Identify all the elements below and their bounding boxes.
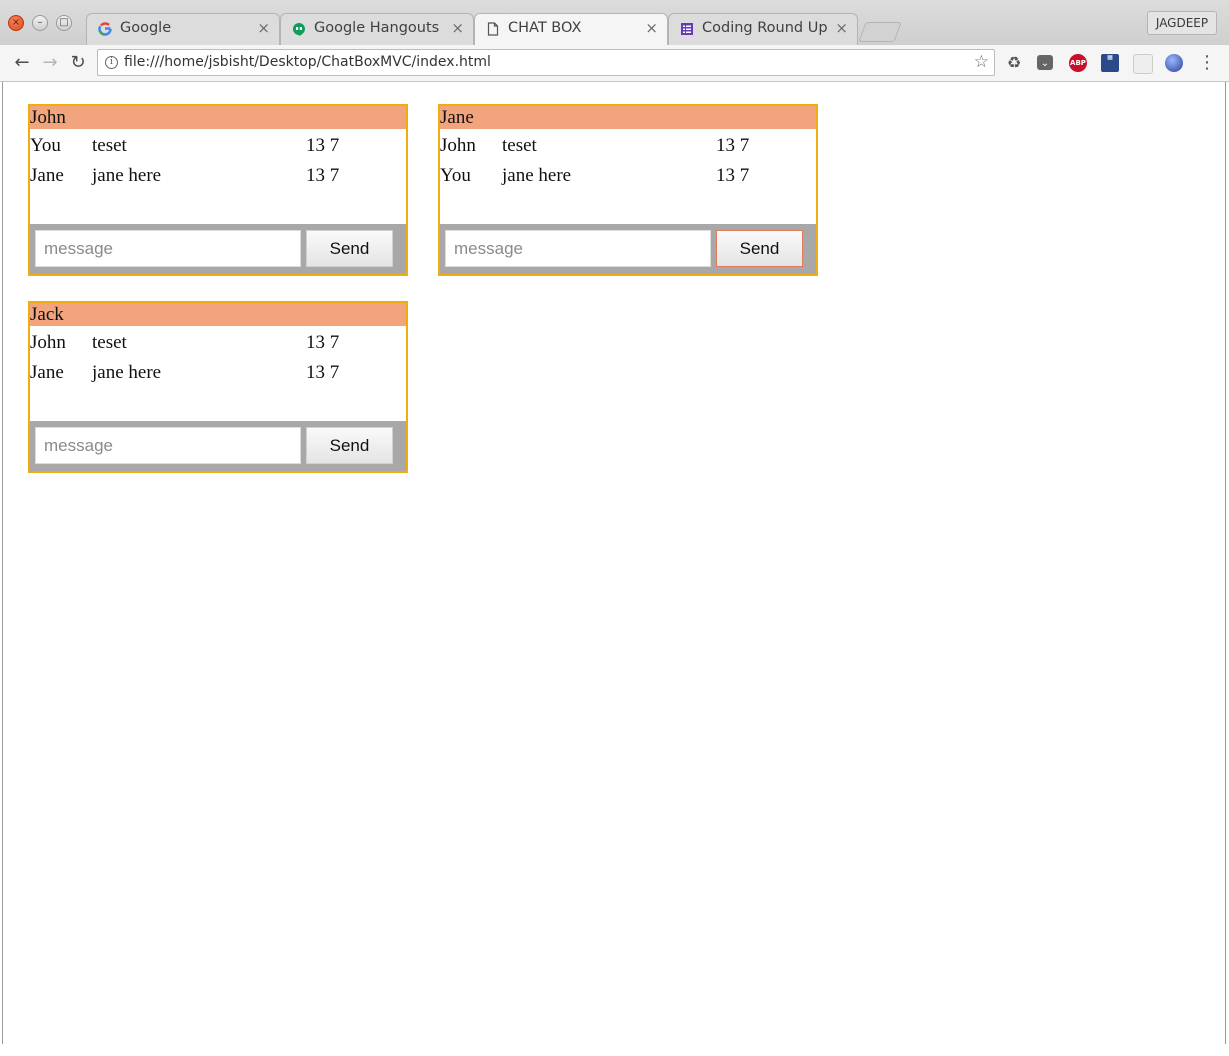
message-text: teset — [92, 135, 127, 156]
bookmark-star-icon[interactable]: ☆ — [974, 52, 989, 72]
chat-box-title: Jane — [440, 106, 816, 129]
chat-box-title: Jack — [30, 303, 406, 326]
tab-label: Google — [120, 20, 172, 36]
message-sender: You — [30, 135, 61, 156]
window-maximize-button[interactable]: □ — [56, 15, 72, 31]
chat-box-jane: Jane John teset 13 7 You jane here 13 7 … — [438, 104, 818, 276]
back-arrow-icon[interactable]: ← — [10, 51, 34, 75]
new-tab-button[interactable] — [858, 22, 902, 42]
tab-close-icon[interactable]: × — [451, 19, 464, 37]
message-text: jane here — [92, 362, 162, 383]
address-url: file:///home/jsbisht/Desktop/ChatBoxMVC/… — [124, 54, 491, 70]
chat-box-footer: Send — [30, 421, 406, 471]
message-list: You teset 13 7 Jane jane here 13 7 — [30, 133, 406, 193]
tab-label: Coding Round Uplo — [702, 20, 828, 36]
hangouts-icon — [293, 23, 305, 36]
inactive-extension-icon[interactable] — [1133, 54, 1153, 74]
info-icon[interactable]: i — [105, 56, 118, 69]
tab-close-icon[interactable]: × — [645, 19, 658, 37]
forward-arrow-icon[interactable]: → — [38, 51, 62, 75]
message-sender: John — [440, 135, 476, 156]
send-button[interactable]: Send — [306, 427, 393, 464]
tab-close-icon[interactable]: × — [257, 19, 270, 37]
message-sender: John — [30, 332, 66, 353]
tab-label: Google Hangouts — [314, 20, 440, 36]
chat-box-footer: Send — [30, 224, 406, 274]
message-sender: Jane — [30, 165, 64, 186]
browser-toolbar: ← → ↻ i file:///home/jsbisht/Desktop/Cha… — [0, 45, 1229, 82]
message-sender: You — [440, 165, 471, 186]
pocket-extension-icon[interactable]: ⌄ — [1037, 55, 1053, 70]
message-input[interactable] — [35, 230, 301, 267]
page-icon — [487, 22, 499, 36]
chat-box-title: John — [30, 106, 406, 129]
message-row: You teset 13 7 — [30, 133, 406, 163]
message-text: teset — [502, 135, 537, 156]
message-row: John teset 13 7 — [440, 133, 816, 163]
tab-google[interactable]: Google × — [86, 13, 280, 45]
tab-close-icon[interactable]: × — [835, 19, 848, 37]
address-bar[interactable]: i file:///home/jsbisht/Desktop/ChatBoxMV… — [97, 49, 995, 76]
message-row: John teset 13 7 — [30, 330, 406, 360]
tab-label: CHAT BOX — [508, 20, 582, 36]
chat-box-jack: Jack John teset 13 7 Jane jane here 13 7… — [28, 301, 408, 473]
google-g-icon — [98, 22, 112, 36]
message-input[interactable] — [445, 230, 711, 267]
browser-menu-icon[interactable]: ⋮ — [1198, 50, 1216, 76]
recycle-extension-icon[interactable]: ♻ — [1005, 54, 1023, 72]
tab-coding-round[interactable]: Coding Round Uplo × — [668, 13, 858, 45]
chat-box-john: John You teset 13 7 Jane jane here 13 7 … — [28, 104, 408, 276]
tab-strip: × – □ Google × Google Hangouts × CHAT BO… — [0, 0, 1229, 46]
profile-button[interactable]: JAGDEEP — [1147, 11, 1217, 35]
message-text: jane here — [502, 165, 572, 186]
tab-google-hangouts[interactable]: Google Hangouts × — [280, 13, 474, 45]
message-time: 13 7 — [306, 165, 340, 186]
message-time: 13 7 — [716, 135, 750, 156]
news-extension-icon[interactable]: ▦ — [1101, 54, 1119, 72]
message-row: Jane jane here 13 7 — [30, 163, 406, 193]
message-text: jane here — [92, 165, 162, 186]
message-time: 13 7 — [306, 135, 340, 156]
window-close-button[interactable]: × — [8, 15, 24, 31]
window-minimize-button[interactable]: – — [32, 15, 48, 31]
message-time: 13 7 — [306, 362, 340, 383]
globe-extension-icon[interactable] — [1165, 54, 1183, 72]
send-button[interactable]: Send — [716, 230, 803, 267]
tab-chat-box[interactable]: CHAT BOX × — [474, 13, 668, 45]
message-row: Jane jane here 13 7 — [30, 360, 406, 390]
chat-box-footer: Send — [440, 224, 816, 274]
message-list: John teset 13 7 You jane here 13 7 — [440, 133, 816, 193]
message-sender: Jane — [30, 362, 64, 383]
message-input[interactable] — [35, 427, 301, 464]
message-text: teset — [92, 332, 127, 353]
send-button[interactable]: Send — [306, 230, 393, 267]
message-time: 13 7 — [716, 165, 750, 186]
adblock-extension-icon[interactable]: ABP — [1069, 54, 1087, 72]
message-time: 13 7 — [306, 332, 340, 353]
message-row: You jane here 13 7 — [440, 163, 816, 193]
message-list: John teset 13 7 Jane jane here 13 7 — [30, 330, 406, 390]
forms-icon — [681, 23, 693, 35]
reload-icon[interactable]: ↻ — [66, 51, 90, 75]
browser-window: × – □ Google × Google Hangouts × CHAT BO… — [0, 0, 1229, 1056]
